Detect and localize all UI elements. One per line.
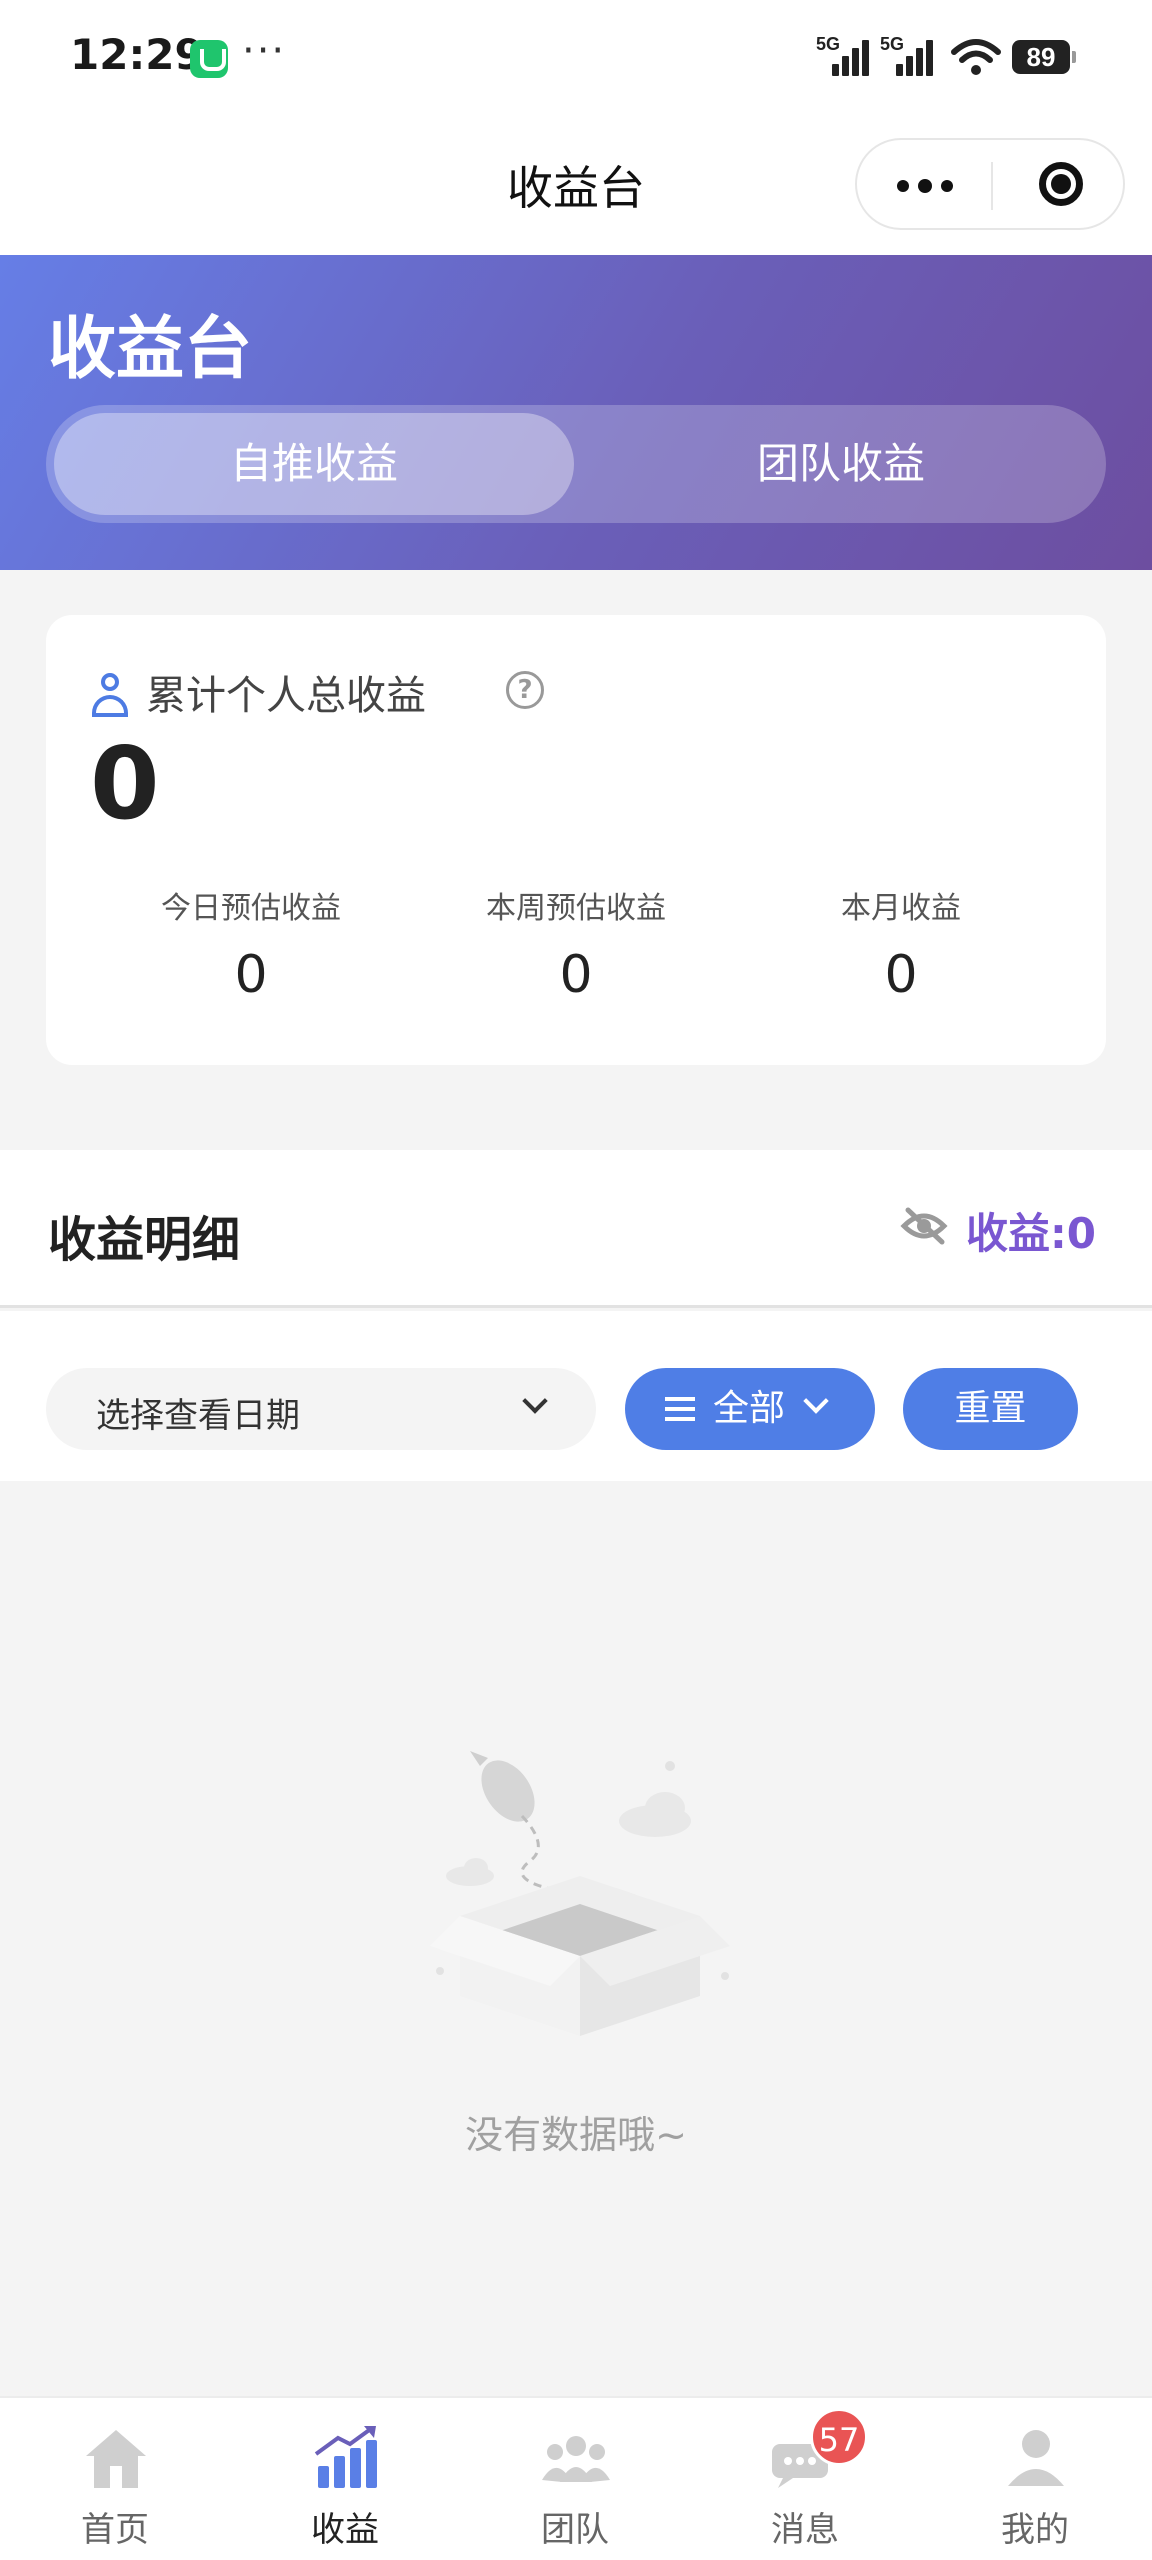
stat-month: 本月收益 0 [736, 883, 1066, 1005]
detail-title: 收益明细 [48, 1212, 241, 1268]
tab-label: 消息 [771, 2510, 839, 2550]
category-filter-button[interactable]: 全部 [625, 1368, 875, 1450]
stat-value: 0 [884, 945, 918, 1005]
tab-income[interactable]: 收益 [230, 2398, 460, 2560]
category-filter-label: 全部 [713, 1388, 786, 1429]
home-icon [86, 2430, 146, 2488]
bottom-tab-bar: 首页 收益 团队 57 消息 我的 [0, 2396, 1152, 2560]
eye-off-icon[interactable] [900, 1206, 948, 1246]
unread-badge: 57 [810, 2408, 868, 2466]
income-detail-header: 收益明细 收益:0 [0, 1150, 1152, 1308]
signal-label: 5G [816, 34, 841, 54]
empty-box-illustration [430, 1751, 730, 2036]
status-time: 12:29 [70, 30, 204, 79]
profile-icon [1008, 2430, 1064, 2486]
total-income-label: 累计个人总收益 [146, 673, 426, 719]
miniprogram-capsule [855, 138, 1125, 230]
menu-icon [665, 1397, 695, 1421]
stat-label: 今日预估收益 [161, 891, 341, 926]
date-select[interactable]: 选择查看日期 [46, 1368, 596, 1450]
stat-value: 0 [234, 945, 268, 1005]
income-summary-card: 累计个人总收益 ? 0 今日预估收益 0 本周预估收益 0 本月收益 0 [46, 615, 1106, 1065]
tab-label: 收益 [311, 2510, 379, 2550]
team-icon [542, 2436, 610, 2482]
wifi-icon [951, 39, 1001, 75]
help-icon[interactable]: ? [506, 671, 544, 709]
stat-week: 本周预估收益 0 [411, 883, 741, 1005]
status-bar: 12:29 ··· 5G 5G 89 [0, 0, 1152, 120]
app-notification-icon [190, 40, 228, 78]
stat-value: 0 [559, 945, 593, 1005]
nav-bar: 收益台 [0, 120, 1152, 255]
stat-today: 今日预估收益 0 [86, 883, 416, 1005]
total-income-value: 0 [90, 725, 160, 842]
signal-icon: 5G [816, 34, 870, 76]
chevron-down-icon [803, 1388, 829, 1414]
battery-icon: 89 [1012, 40, 1076, 74]
empty-state: 没有数据哦~ [0, 1481, 1152, 2396]
hero-title: 收益台 [48, 310, 253, 389]
tab-team-income[interactable]: 团队收益 [576, 405, 1106, 523]
income-type-switch: 自推收益 团队收益 [46, 405, 1106, 523]
filter-bar: 选择查看日期 全部 重置 [0, 1311, 1152, 1481]
tab-team[interactable]: 团队 [460, 2398, 690, 2560]
stat-label: 本周预估收益 [486, 891, 666, 926]
chevron-down-icon [522, 1388, 548, 1414]
more-notifications-icon: ··· [242, 28, 287, 74]
tab-home[interactable]: 首页 [0, 2398, 230, 2560]
user-icon [90, 673, 130, 717]
hero-banner: 收益台 自推收益 团队收益 [0, 255, 1152, 570]
chart-icon [314, 2426, 377, 2488]
tab-label: 团队 [541, 2510, 609, 2550]
close-miniprogram-button[interactable] [993, 140, 1123, 228]
reset-button[interactable]: 重置 [903, 1368, 1078, 1450]
tab-self-income[interactable]: 自推收益 [54, 413, 574, 515]
tab-label: 首页 [81, 2510, 149, 2550]
detail-income-amount: 收益:0 [966, 1209, 1097, 1258]
signal-icon: 5G [880, 34, 934, 76]
more-options-button[interactable] [857, 140, 991, 228]
date-select-placeholder: 选择查看日期 [96, 1396, 300, 1436]
tab-profile[interactable]: 我的 [920, 2398, 1150, 2560]
tab-label: 我的 [1001, 2510, 1069, 2550]
tab-messages[interactable]: 57 消息 [690, 2398, 920, 2560]
stat-label: 本月收益 [841, 891, 961, 926]
page: 12:29 ··· 5G 5G 89 收益台 收益台 自推收益 团队收益 累计个… [0, 0, 1152, 2560]
signal-label: 5G [880, 34, 905, 54]
empty-state-text: 没有数据哦~ [465, 2113, 687, 2157]
